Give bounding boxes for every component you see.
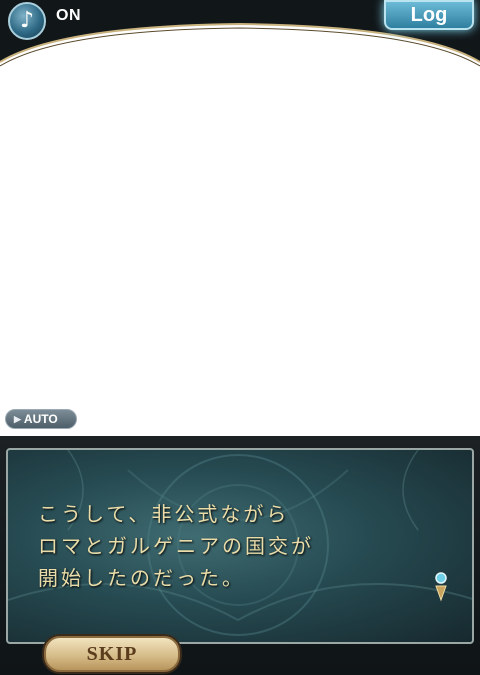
dialog-text: こうして、非公式ながら ロマとガルゲニアの国交が 開始したのだった。 bbox=[38, 498, 418, 594]
dialog-line: こうして、非公式ながら bbox=[38, 502, 290, 526]
log-button[interactable]: Log bbox=[384, 0, 474, 30]
play-triangle-icon: ▶ bbox=[14, 413, 21, 424]
auto-button[interactable]: ▶ AUTO bbox=[5, 409, 77, 429]
top-bar: ♪ ON Log bbox=[0, 0, 480, 70]
skip-button[interactable]: SKIP bbox=[44, 636, 180, 672]
music-note-icon: ♪ bbox=[19, 8, 35, 33]
music-toggle-button[interactable]: ♪ bbox=[8, 2, 46, 40]
auto-label: AUTO bbox=[23, 412, 58, 426]
next-arrow-icon bbox=[435, 572, 447, 602]
dialog-line: 開始したのだった。 bbox=[38, 566, 245, 590]
dialog-line: ロマとガルゲニアの国交が bbox=[38, 534, 314, 558]
music-state-label: ON bbox=[56, 7, 81, 24]
